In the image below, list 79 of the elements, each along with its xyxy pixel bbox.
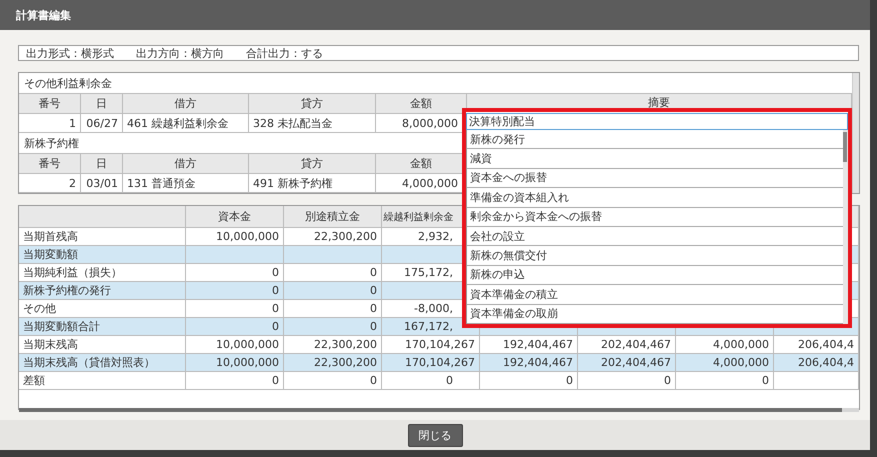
column-header: 借方 (123, 153, 249, 174)
table-cell: 206,404,4 (774, 354, 859, 372)
table-cell: 10,000,000 (186, 354, 284, 372)
dialog-title: 計算書編集 (0, 0, 870, 30)
column-header: 番号 (19, 93, 81, 114)
row-label: 当期変動額 (19, 246, 186, 264)
dropdown-option[interactable]: 資本金への振替 (467, 168, 843, 188)
table-cell: 491 新株予約権 (249, 174, 376, 193)
dropdown-option[interactable]: 新株の発行 (467, 130, 843, 150)
table-cell: 192,404,467 (480, 336, 578, 354)
dropdown-option[interactable]: 減資 (467, 149, 843, 169)
table-cell: 03/01 (81, 174, 123, 193)
table-cell: 0 (382, 372, 480, 390)
table-cell: 0 (186, 300, 284, 318)
table-cell: 0 (284, 372, 382, 390)
table-cell: 0 (186, 318, 284, 336)
row-label: 当期変動額合計 (19, 318, 186, 336)
table-cell: 202,404,467 (578, 336, 676, 354)
table-cell: 0 (186, 372, 284, 390)
table-cell: 170,104,267 (382, 354, 480, 372)
column-header: 借方 (123, 93, 249, 114)
column-header: 貸方 (249, 153, 376, 174)
table-cell: 0 (186, 264, 284, 282)
table-cell: 0 (284, 318, 382, 336)
table-cell: 131 普通預金 (123, 174, 249, 193)
setting-text: 出力形式：横形式 (26, 46, 114, 60)
table-cell: 328 未払配当金 (249, 114, 376, 133)
column-header: 別途積立金 (284, 206, 382, 228)
table-cell: 0 (676, 372, 774, 390)
row-label: 当期末残高（貸借対照表） (19, 354, 186, 372)
table-cell: 0 (284, 264, 382, 282)
column-header: 日 (81, 93, 123, 114)
table-cell: 06/27 (81, 114, 123, 133)
dropdown-option[interactable]: 新株の無償交付 (467, 246, 843, 266)
table-cell: 0 (480, 372, 578, 390)
table-cell: 202,404,467 (578, 354, 676, 372)
setting-text: 合計出力：する (246, 46, 323, 60)
table-cell: 192,404,467 (480, 354, 578, 372)
column-header: 貸方 (249, 93, 376, 114)
dropdown-option[interactable]: 資本準備金の取崩 (467, 304, 843, 324)
horizontal-scrollbar[interactable] (19, 408, 859, 412)
table-cell: 0 (578, 372, 676, 390)
group-title: 新株予約権 (24, 136, 79, 150)
column-header: 金額 (376, 93, 467, 114)
table-cell: 0 (284, 300, 382, 318)
table-cell: 22,300,200 (284, 336, 382, 354)
row-label: 当期首残高 (19, 228, 186, 246)
summary-input[interactable]: 決算特別配当 (466, 113, 848, 130)
table-cell: 22,300,200 (284, 354, 382, 372)
row-label: 当期純利益（損失） (19, 264, 186, 282)
table-cell: 461 繰越利益剰余金 (123, 114, 249, 133)
dropdown-option[interactable]: 新株の申込 (467, 266, 843, 286)
column-header: 日 (81, 153, 123, 174)
table-cell: 0 (284, 282, 382, 300)
table-cell: 10,000,000 (186, 228, 284, 246)
scrollbar[interactable] (852, 73, 859, 193)
column-header: 番号 (19, 153, 81, 174)
table-cell: 170,104,267 (382, 336, 480, 354)
table-cell: 0 (186, 282, 284, 300)
close-button[interactable]: 閉じる (408, 424, 462, 446)
table-cell: 206,404,4 (774, 336, 859, 354)
dropdown-option[interactable]: 剰余金から資本金への振替 (467, 208, 843, 227)
scrollbar[interactable] (843, 130, 848, 324)
row-label: 新株予約権の発行 (19, 282, 186, 300)
table-cell: 4,000,000 (676, 354, 774, 372)
column-header: 資本金 (186, 206, 284, 228)
table-cell: 22,300,200 (284, 228, 382, 246)
row-label: 当期末残高 (19, 336, 186, 354)
dropdown-option[interactable]: 会社の設立 (467, 226, 843, 246)
table-cell: 4,000,000 (676, 336, 774, 354)
table-cell: 1 (19, 114, 81, 133)
table-cell: 2 (19, 174, 81, 193)
row-label: その他 (19, 300, 186, 318)
row-label: 差額 (19, 372, 186, 390)
dropdown-option[interactable]: 資本準備金の積立 (467, 285, 843, 305)
table-cell: 10,000,000 (186, 336, 284, 354)
group-title: その他利益剰余金 (24, 76, 112, 90)
dropdown-option[interactable]: 準備金の資本組入れ (467, 188, 843, 208)
setting-text: 出力方向：横方向 (136, 46, 224, 60)
